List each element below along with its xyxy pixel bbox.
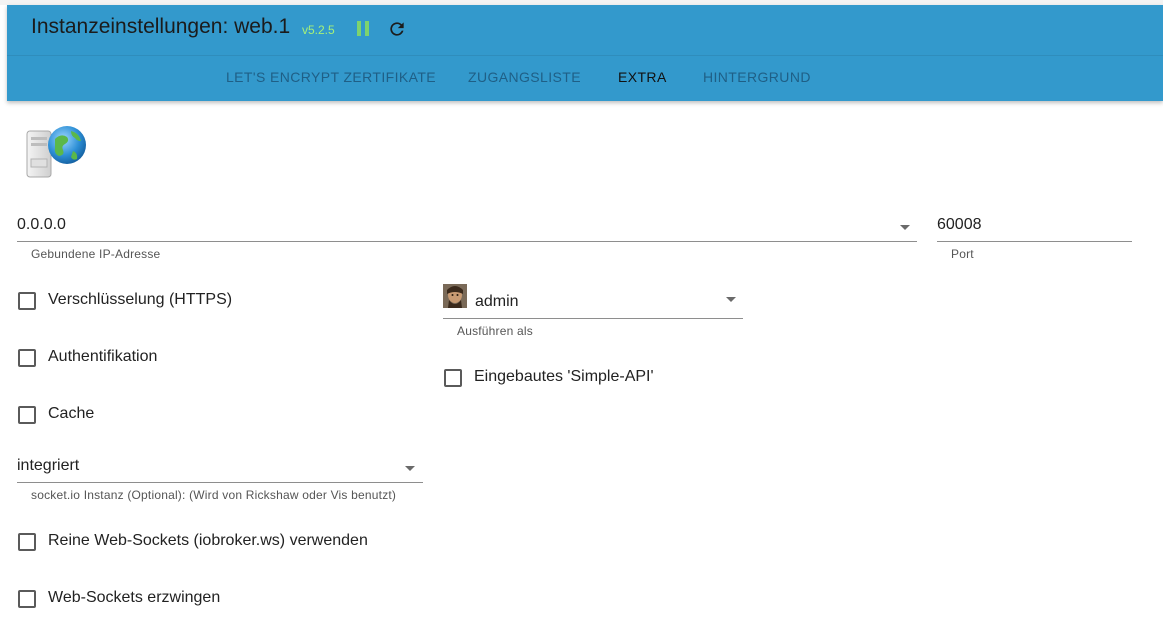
socketio-value: integriert xyxy=(17,457,80,474)
auth-checkbox-row[interactable]: Authentifikation xyxy=(18,348,318,368)
tab-lets-encrypt[interactable]: LET'S ENCRYPT ZERTIFIKATE xyxy=(226,69,436,85)
page-title: Instanzeinstellungen: web.1 xyxy=(31,15,291,38)
reload-icon[interactable] xyxy=(387,19,407,39)
port-label: Port xyxy=(951,247,974,261)
ip-address-label: Gebundene IP-Adresse xyxy=(31,247,161,261)
pure-ws-label: Reine Web-Sockets (iobroker.ws) verwende… xyxy=(48,532,368,549)
web-adapter-logo-icon xyxy=(25,123,87,179)
tab-background[interactable]: HINTERGRUND xyxy=(703,69,811,85)
ip-address-underline xyxy=(17,241,917,242)
simple-api-checkbox-row[interactable]: Eingebautes 'Simple-API' xyxy=(444,368,764,388)
https-checkbox[interactable] xyxy=(18,292,36,310)
auth-label: Authentifikation xyxy=(48,348,158,365)
version-badge: v5.2.5 xyxy=(302,23,335,37)
https-label: Verschlüsselung (HTTPS) xyxy=(48,291,233,308)
run-as-value: admin xyxy=(475,293,519,310)
run-as-label: Ausführen als xyxy=(457,324,533,338)
pure-ws-checkbox-row[interactable]: Reine Web-Sockets (iobroker.ws) verwende… xyxy=(18,532,418,552)
port-input[interactable]: 60008 xyxy=(937,216,1132,242)
tab-access-list[interactable]: ZUGANGSLISTE xyxy=(468,69,581,85)
user-avatar-icon xyxy=(443,284,467,308)
https-checkbox-row[interactable]: Verschlüsselung (HTTPS) xyxy=(18,291,318,311)
force-ws-checkbox[interactable] xyxy=(18,590,36,608)
ip-address-select[interactable]: 0.0.0.0 xyxy=(17,216,917,242)
socketio-label: socket.io Instanz (Optional): (Wird von … xyxy=(31,488,397,502)
simple-api-checkbox[interactable] xyxy=(444,369,462,387)
cache-label: Cache xyxy=(48,405,95,422)
chevron-down-icon xyxy=(726,297,736,302)
force-ws-checkbox-row[interactable]: Web-Sockets erzwingen xyxy=(18,589,318,609)
tab-bar: LET'S ENCRYPT ZERTIFIKATE ZUGANGSLISTE E… xyxy=(7,55,1163,102)
port-underline xyxy=(937,241,1132,242)
run-as-select[interactable]: admin xyxy=(443,284,743,319)
port-value: 60008 xyxy=(937,216,982,233)
force-ws-label: Web-Sockets erzwingen xyxy=(48,589,221,606)
run-as-underline xyxy=(443,318,743,319)
chevron-down-icon xyxy=(900,225,910,230)
ip-address-value: 0.0.0.0 xyxy=(17,216,66,233)
app-bar: Instanzeinstellungen: web.1 v5.2.5 LET'S… xyxy=(7,5,1163,101)
auth-checkbox[interactable] xyxy=(18,349,36,367)
pure-ws-checkbox[interactable] xyxy=(18,533,36,551)
instance-settings-window: Instanzeinstellungen: web.1 v5.2.5 LET'S… xyxy=(0,0,1163,626)
socketio-underline xyxy=(17,482,423,483)
cache-checkbox-row[interactable]: Cache xyxy=(18,405,218,425)
chevron-down-icon xyxy=(405,466,415,471)
pause-icon[interactable] xyxy=(357,21,371,37)
cache-checkbox[interactable] xyxy=(18,406,36,424)
simple-api-label: Eingebautes 'Simple-API' xyxy=(474,368,654,385)
socketio-select[interactable]: integriert xyxy=(17,457,423,483)
tab-extra[interactable]: EXTRA xyxy=(618,69,667,85)
